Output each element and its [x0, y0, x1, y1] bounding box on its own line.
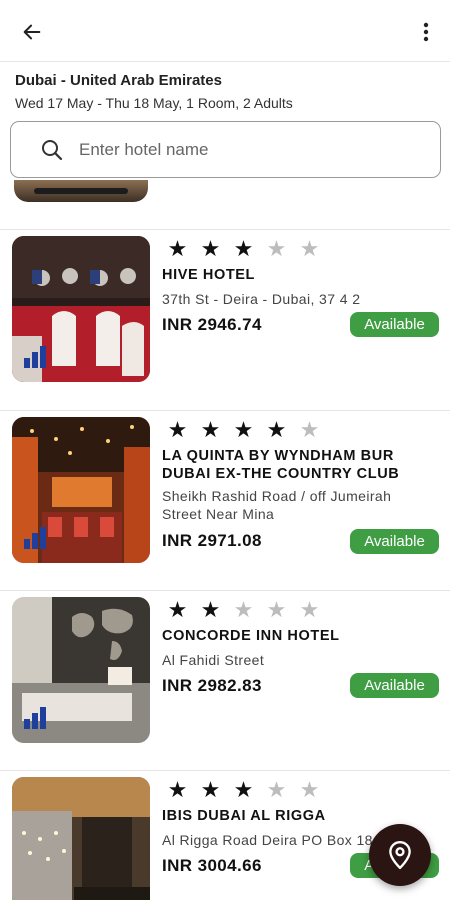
hotel-brand-logo: [24, 707, 50, 729]
hotel-image[interactable]: [12, 777, 150, 900]
hotel-image[interactable]: [12, 236, 150, 382]
map-pin-icon: [389, 840, 411, 870]
hotel-search-box[interactable]: [10, 121, 441, 178]
star-filled-icon: ★: [167, 417, 188, 442]
hotel-price: INR 3004.66: [162, 856, 262, 875]
hotel-address: Sheikh Rashid Road / off Jumeirah Street…: [162, 488, 392, 522]
search-summary: Dubai - United Arab Emirates Wed 17 May …: [15, 72, 293, 112]
star-empty-icon: ★: [266, 777, 287, 802]
availability-badge: Available: [350, 673, 439, 698]
hotel-address: Al Fahidi Street: [162, 652, 265, 668]
star-rating: ★ ★ ★ ★ ★: [166, 419, 321, 441]
star-filled-icon: ★: [200, 236, 221, 261]
star-empty-icon: ★: [299, 777, 320, 802]
star-filled-icon: ★: [167, 777, 188, 802]
hotel-card[interactable]: ★ ★ ★ ★ ★ CONCORDE INN HOTEL Al Fahidi S…: [0, 590, 450, 770]
star-empty-icon: ★: [299, 597, 320, 622]
hotel-price: INR 2971.08: [162, 531, 262, 550]
availability-badge: Available: [350, 529, 439, 554]
star-rating: ★ ★ ★ ★ ★: [166, 238, 321, 260]
more-vertical-icon: [423, 22, 429, 42]
star-filled-icon: ★: [200, 777, 221, 802]
summary-location: Dubai - United Arab Emirates: [15, 72, 222, 89]
star-filled-icon: ★: [167, 597, 188, 622]
star-filled-icon: ★: [233, 236, 254, 261]
hotel-name[interactable]: LA QUINTA BY WYNDHAM BUR DUBAI EX-THE CO…: [162, 447, 432, 483]
hotel-name[interactable]: CONCORDE INN HOTEL: [162, 627, 432, 645]
star-rating: ★ ★ ★ ★ ★: [166, 779, 321, 801]
hotel-image[interactable]: [12, 417, 150, 563]
star-empty-icon: ★: [266, 597, 287, 622]
previous-hotel-image[interactable]: [14, 180, 148, 202]
hotel-card[interactable]: ★ ★ ★ ★ ★ LA QUINTA BY WYNDHAM BUR DUBAI…: [0, 410, 450, 590]
hotel-name[interactable]: HIVE HOTEL: [162, 266, 432, 284]
hotel-address: 37th St - Deira - Dubai, 37 4 2: [162, 291, 361, 307]
star-filled-icon: ★: [200, 597, 221, 622]
star-rating: ★ ★ ★ ★ ★: [166, 599, 321, 621]
arrow-left-icon: [23, 24, 41, 40]
hotel-price: INR 2982.83: [162, 676, 262, 695]
search-icon: [39, 137, 65, 163]
hotel-search-input[interactable]: [79, 139, 409, 160]
star-filled-icon: ★: [167, 236, 188, 261]
star-filled-icon: ★: [233, 777, 254, 802]
hotel-brand-logo: [24, 527, 50, 549]
hotel-image[interactable]: [12, 597, 150, 743]
app-bar: [0, 0, 450, 62]
hotel-card[interactable]: ★ ★ ★ ★ ★ HIVE HOTEL 37th St - Deira - D…: [0, 229, 450, 410]
more-options-button[interactable]: [412, 14, 440, 50]
star-empty-icon: ★: [299, 417, 320, 442]
star-filled-icon: ★: [233, 417, 254, 442]
hotel-list-screen: Dubai - United Arab Emirates Wed 17 May …: [0, 0, 450, 900]
summary-dates: Wed 17 May - Thu 18 May, 1 Room, 2 Adult…: [15, 95, 293, 111]
star-empty-icon: ★: [299, 236, 320, 261]
hotel-list[interactable]: ★ ★ ★ ★ ★ HIVE HOTEL 37th St - Deira - D…: [0, 180, 450, 900]
hotel-name[interactable]: IBIS DUBAI AL RIGGA: [162, 807, 432, 825]
map-view-button[interactable]: [369, 824, 431, 886]
star-filled-icon: ★: [266, 417, 287, 442]
star-filled-icon: ★: [200, 417, 221, 442]
star-empty-icon: ★: [266, 236, 287, 261]
star-empty-icon: ★: [233, 597, 254, 622]
availability-badge: Available: [350, 312, 439, 337]
back-button[interactable]: [14, 14, 50, 50]
hotel-price: INR 2946.74: [162, 315, 262, 334]
hotel-brand-logo: [24, 346, 50, 368]
